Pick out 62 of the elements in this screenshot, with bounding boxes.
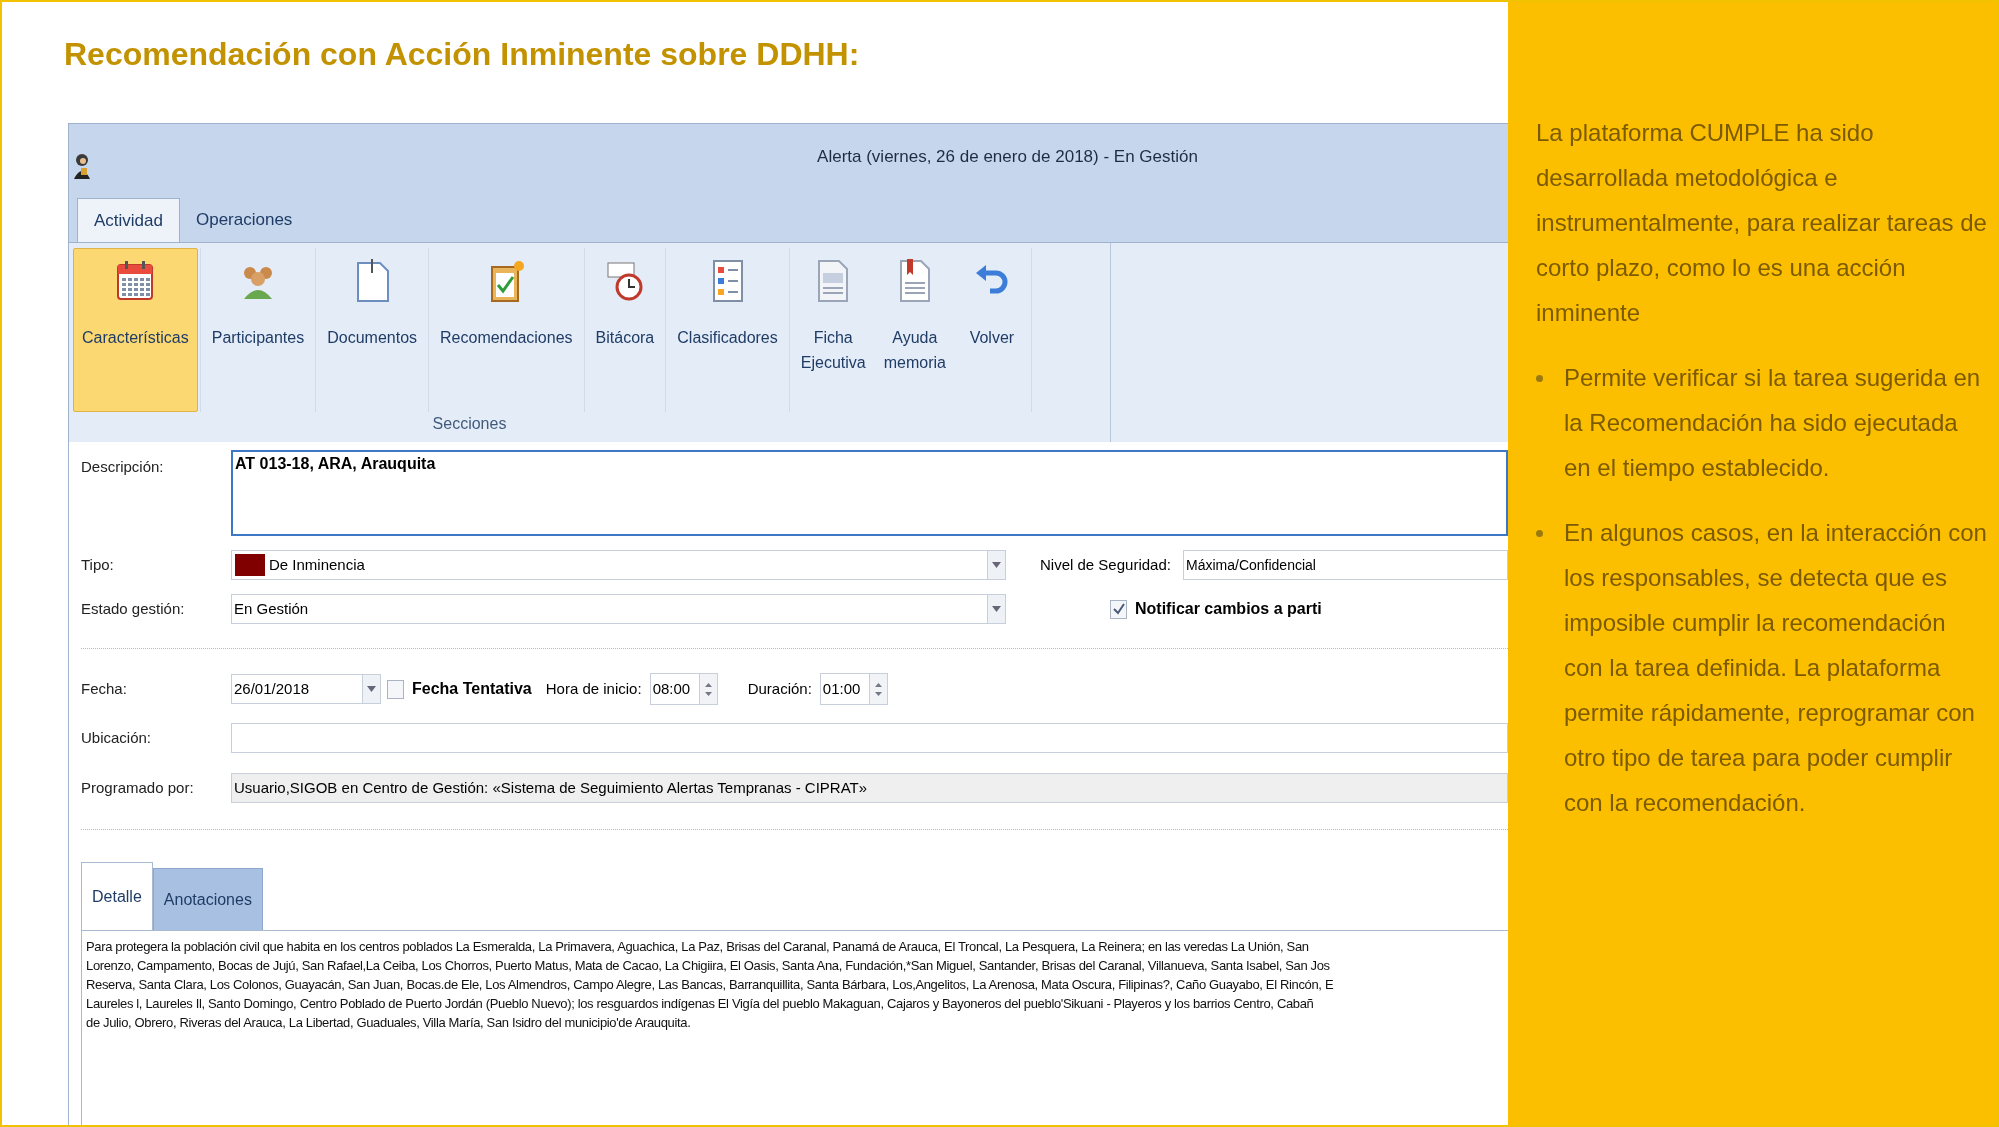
field-label: Programado por: — [81, 777, 195, 798]
ribbon-button[interactable]: Recomendaciones — [431, 248, 582, 412]
scheduled-by-field: Usuario,SIGOB en Centro de Gestión: «Sistema de Seguimiento Alertas Tempranas - CIPRAT» — [231, 773, 1508, 803]
caret-icon — [367, 686, 376, 692]
ribbon-tab[interactable]: Actividad — [77, 198, 180, 242]
checkbox[interactable] — [387, 679, 404, 699]
slide-title: Recomendación con Acción Inminente sobre DDHH: — [64, 35, 861, 74]
caret-icon — [992, 562, 1001, 568]
detail-text-line: Laureles l, Laureles Il, Santo Domingo, Centro Poblado de Puerto Jordán (Pueblo Nuevo); los resguardos indígenas El Vigía del pueblo Makaguan, Cajaros y Bayoneros del pueblo'Sikuani - Playeros y los barrios Centro, Cabañ — [86, 995, 1315, 1013]
up-arrow-icon — [874, 682, 882, 687]
up-arrow-icon — [704, 682, 712, 687]
ribbon-button[interactable]: Ayuda memoria — [874, 248, 955, 412]
dropdown-button[interactable] — [987, 595, 1005, 623]
dropdown-button[interactable] — [362, 675, 380, 703]
person-icon — [73, 153, 91, 179]
down-arrow-icon — [874, 691, 882, 696]
checkbox-label: Notificar cambios a parti — [1135, 599, 1322, 619]
detail-text-line: Reserva, Santa Clara, Los Colonos, Guayacán, San Juan, Bocas.de Ele, Los Almendros, Campo Alegre, Las Bancas, Barranquillita, Santa Bárbara, Los,Angelitos, La Arenosa, Mata Oscura, Filipinas?, Caño Guayabo, El Rincón, E — [86, 976, 1335, 994]
ribbon-button[interactable]: Ficha Ejecutiva — [791, 248, 875, 412]
detail-tab[interactable]: Anotaciones — [152, 868, 263, 930]
window-title: Alerta (viernes, 26 de enero de 2018) - En Gestión — [817, 146, 1198, 169]
ribbon-button[interactable]: Características — [73, 248, 198, 412]
ribbon-button[interactable]: Volver — [954, 248, 1029, 412]
checkbox-label: Fecha Tentativa — [412, 679, 532, 699]
field-label: Ubicación: — [81, 727, 153, 748]
detail-text-line: Lorenzo, Campamento, Bocas de Jujú, San Rafael,La Ceiba, Los Chorros, Puerto Matus, Mata de Cacao, La Chigiira, El Oasis, Santa Ana, Fundación,*San Miguel, Santander, Brisas del Caranal, Villanueva, Santa Isabel, San Jos — [86, 957, 1331, 975]
ribbon-button[interactable]: Bitácora — [586, 248, 664, 412]
ribbon-button[interactable]: Clasificadores — [668, 248, 787, 412]
bullet-icon — [1536, 375, 1543, 382]
check-icon — [1112, 603, 1125, 615]
field-label: Tipo: — [81, 554, 115, 575]
spin-button[interactable] — [698, 674, 717, 704]
bullet-text: Permite verificar si la tarea sugerida en la Recomendación ha sido ejecutada en el tiempo establecido. — [1564, 363, 1982, 483]
bullet-icon — [1536, 530, 1543, 537]
field-label: Descripción: — [81, 457, 165, 477]
spin-button[interactable] — [868, 674, 887, 704]
security-field[interactable]: Máxima/Confidencial — [1183, 550, 1508, 580]
group-label: Secciones — [431, 414, 508, 434]
ribbon-button[interactable]: Participantes — [202, 248, 314, 412]
dropdown-button[interactable] — [987, 551, 1005, 579]
detail-text-line: Para protegera la población civil que habita en los centros poblados La Esmeralda, La Primavera, Aguachica, La Paz, Brisas del Caranal, Panamá de Arauca, El Troncal, La Pesquera, La Reinera; en las veredas La Unión, San — [86, 938, 1310, 956]
panel-paragraph: La plataforma CUMPLE ha sido desarrollada metodológica e instrumentalmente, para realizar tareas de corto plazo, como lo es una acción inminente — [1536, 118, 1987, 328]
detail-text-line: de Julio, Obrero, Riveras del Arauca, La Libertad, Guaduales, Villa María, San Isidro del municipio'de Arauquita. — [86, 1014, 692, 1032]
field-label: Nivel de Seguridad: — [1040, 554, 1172, 575]
field-label: Hora de inicio: — [545, 678, 642, 699]
ribbon-button[interactable]: Documentos — [318, 248, 427, 412]
field-label: Duración: — [747, 678, 812, 699]
caret-icon — [992, 606, 1001, 612]
type-dropdown[interactable]: De Inminencia — [231, 550, 1006, 580]
status-dropdown[interactable]: En Gestión — [231, 594, 1006, 624]
time-field[interactable]: 08:00 — [649, 673, 718, 705]
location-field[interactable] — [231, 723, 1508, 753]
field-label: Estado gestión: — [81, 598, 186, 619]
date-field[interactable]: 26/01/2018 — [231, 674, 381, 704]
detail-tab[interactable]: Detalle — [81, 862, 153, 930]
duration-field[interactable]: 01:00 — [819, 673, 888, 705]
field-label: Fecha: — [81, 678, 128, 699]
down-arrow-icon — [704, 691, 712, 696]
bullet-text: En algunos casos, en la interacción con los responsables, se detecta que es imposible cumplir la recomendación con la tarea definida. La plataforma permite rápidamente, reprogramar con otro tipo de tarea para poder cumplir con la recomendación. — [1564, 518, 1987, 818]
ribbon-tab[interactable]: Operaciones — [180, 198, 309, 242]
checkbox[interactable] — [1110, 599, 1127, 619]
description-field[interactable]: AT 013-18, ARA, Arauquita — [231, 450, 1508, 536]
